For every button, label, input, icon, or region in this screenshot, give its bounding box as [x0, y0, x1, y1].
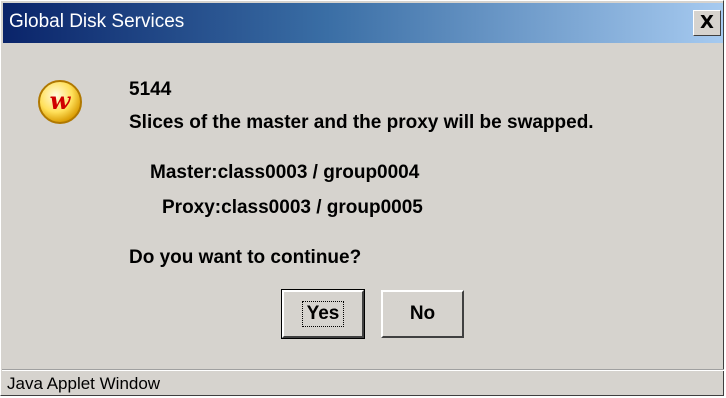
no-button[interactable]: No — [381, 290, 464, 338]
no-button-label: No — [409, 303, 436, 324]
dialog-window: Global Disk Services X w 5144 Slices of … — [0, 0, 724, 396]
status-divider — [2, 369, 724, 371]
message-code: 5144 — [129, 79, 172, 100]
proxy-info: Proxy:class0003 / group0005 — [162, 197, 423, 218]
window-title: Global Disk Services — [9, 11, 185, 32]
close-icon: X — [700, 12, 714, 33]
master-info: Master:class0003 / group0004 — [150, 162, 420, 183]
close-button[interactable]: X — [693, 10, 721, 36]
icon-glyph: w — [50, 86, 72, 115]
yes-button-label: Yes — [301, 301, 345, 327]
web-w-icon: w — [38, 80, 82, 124]
confirm-question: Do you want to continue? — [129, 247, 362, 268]
message-text: Slices of the master and the proxy will … — [129, 112, 594, 133]
yes-button[interactable]: Yes — [281, 289, 365, 339]
status-bar-text: Java Applet Window — [7, 374, 161, 393]
title-bar[interactable]: Global Disk Services X — [3, 3, 723, 43]
